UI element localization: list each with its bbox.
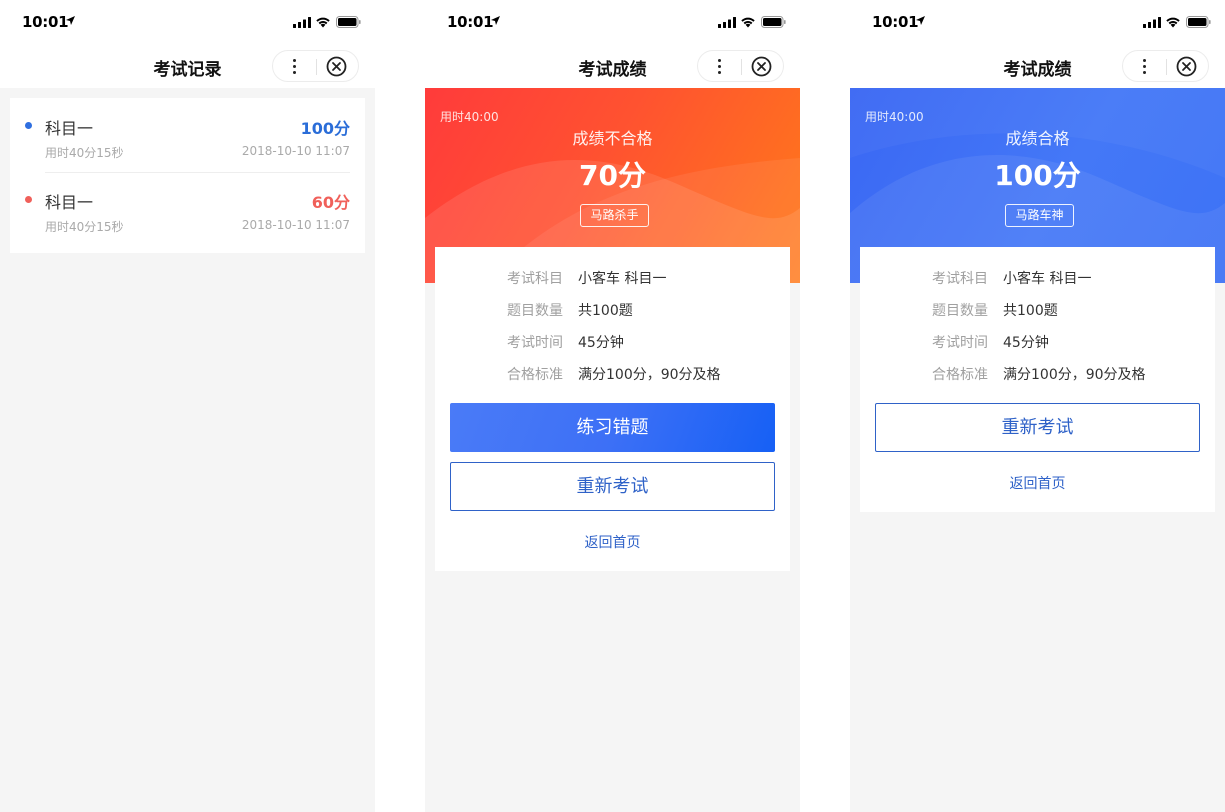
record-duration: 用时40分15秒 (45, 146, 124, 160)
capsule-divider (316, 59, 317, 75)
more-icon[interactable] (1123, 51, 1166, 81)
info-label: 考试科目 (932, 271, 988, 287)
mini-program-capsule (697, 50, 784, 82)
wifi-icon (1166, 17, 1180, 28)
location-arrow-icon (66, 16, 75, 25)
records-list: 科目一 100分 用时40分15秒 2018-10-10 11:07 科目一 6… (10, 98, 365, 253)
exam-info-card: 考试科目 小客车 科目一 题目数量 共100题 考试时间 45分钟 合格标准 满… (435, 247, 790, 571)
record-score: 60分 (311, 193, 350, 212)
info-label: 题目数量 (507, 303, 563, 319)
status-bar: 10:01 (850, 0, 1225, 44)
status-time: 10:01 (447, 13, 494, 31)
record-score: 100分 (300, 119, 350, 138)
info-label: 合格标准 (932, 367, 988, 383)
record-dot (25, 196, 32, 203)
capsule-divider (1166, 59, 1167, 75)
records-screen: 10:01 考试记录 科目一 100分 用时40分15秒 2018-10-10 … (0, 0, 375, 812)
more-icon[interactable] (273, 51, 316, 81)
capsule-divider (741, 59, 742, 75)
info-value: 45分钟 (578, 335, 624, 351)
info-label: 合格标准 (507, 367, 563, 383)
info-row: 题目数量 共100题 (435, 300, 790, 320)
info-value: 45分钟 (1003, 335, 1049, 351)
info-value: 共100题 (578, 303, 633, 319)
result-tag: 马路车神 (1005, 204, 1074, 227)
status-time: 10:01 (872, 13, 919, 31)
status-time: 10:01 (22, 13, 69, 31)
info-label: 考试时间 (507, 335, 563, 351)
close-circle-icon[interactable] (751, 56, 772, 77)
info-row: 题目数量 共100题 (860, 300, 1215, 320)
info-label: 题目数量 (932, 303, 988, 319)
info-row: 考试科目 小客车 科目一 (860, 268, 1215, 288)
more-icon[interactable] (698, 51, 741, 81)
record-date: 2018-10-10 11:07 (241, 218, 350, 232)
info-row: 考试科目 小客车 科目一 (435, 268, 790, 288)
info-value: 满分100分，90分及格 (578, 367, 721, 383)
info-label: 考试时间 (932, 335, 988, 351)
nav-bar: 考试成绩 (850, 44, 1225, 88)
record-item[interactable]: 科目一 100分 用时40分15秒 2018-10-10 11:07 (10, 98, 365, 173)
pass-result-screen: 10:01 考试成绩 用时40:00 成绩合格 100分 马路车神 考试科目 小… (850, 0, 1225, 812)
status-bar: 10:01 (0, 0, 375, 44)
result-status: 成绩不合格 (572, 129, 653, 148)
close-circle-icon[interactable] (326, 56, 347, 77)
record-duration: 用时40分15秒 (45, 220, 124, 234)
result-status: 成绩合格 (1005, 129, 1070, 148)
info-row: 合格标准 满分100分，90分及格 (860, 364, 1215, 384)
location-arrow-icon (491, 16, 500, 25)
back-home-link[interactable]: 返回首页 (435, 532, 790, 552)
info-label: 考试科目 (507, 271, 563, 287)
result-tag: 马路杀手 (580, 204, 649, 227)
nav-bar: 考试成绩 (425, 44, 800, 88)
close-circle-icon[interactable] (1176, 56, 1197, 77)
battery-icon (336, 16, 361, 28)
record-subject: 科目一 (45, 193, 94, 212)
wifi-icon (741, 17, 755, 28)
info-value: 共100题 (1003, 303, 1058, 319)
result-score: 70分 (579, 159, 646, 192)
exam-duration: 用时40:00 (440, 110, 499, 124)
retake-exam-button[interactable]: 重新考试 (450, 462, 775, 511)
battery-icon (1186, 16, 1211, 28)
info-value: 小客车 科目一 (578, 271, 667, 287)
mini-program-capsule (272, 50, 359, 82)
info-row: 考试时间 45分钟 (860, 332, 1215, 352)
info-row: 考试时间 45分钟 (435, 332, 790, 352)
signal-icon (718, 17, 736, 28)
info-value: 满分100分，90分及格 (1003, 367, 1146, 383)
wifi-icon (316, 17, 330, 28)
fail-result-screen: 10:01 考试成绩 用时40:00 成绩不合格 70分 马路杀手 考试科目 小… (425, 0, 800, 812)
signal-icon (293, 17, 311, 28)
location-arrow-icon (916, 16, 925, 25)
signal-icon (1143, 17, 1161, 28)
mini-program-capsule (1122, 50, 1209, 82)
record-subject: 科目一 (45, 119, 94, 138)
practice-wrong-questions-button[interactable]: 练习错题 (450, 403, 775, 452)
record-date: 2018-10-10 11:07 (241, 144, 350, 158)
back-home-link[interactable]: 返回首页 (860, 473, 1215, 493)
info-row: 合格标准 满分100分，90分及格 (435, 364, 790, 384)
exam-info-card: 考试科目 小客车 科目一 题目数量 共100题 考试时间 45分钟 合格标准 满… (860, 247, 1215, 512)
status-bar: 10:01 (425, 0, 800, 44)
exam-duration: 用时40:00 (865, 110, 924, 124)
result-score: 100分 (994, 159, 1081, 192)
record-dot (25, 122, 32, 129)
battery-icon (761, 16, 786, 28)
nav-bar: 考试记录 (0, 44, 375, 88)
info-value: 小客车 科目一 (1003, 271, 1092, 287)
retake-exam-button[interactable]: 重新考试 (875, 403, 1200, 452)
record-item[interactable]: 科目一 60分 用时40分15秒 2018-10-10 11:07 (10, 172, 365, 246)
